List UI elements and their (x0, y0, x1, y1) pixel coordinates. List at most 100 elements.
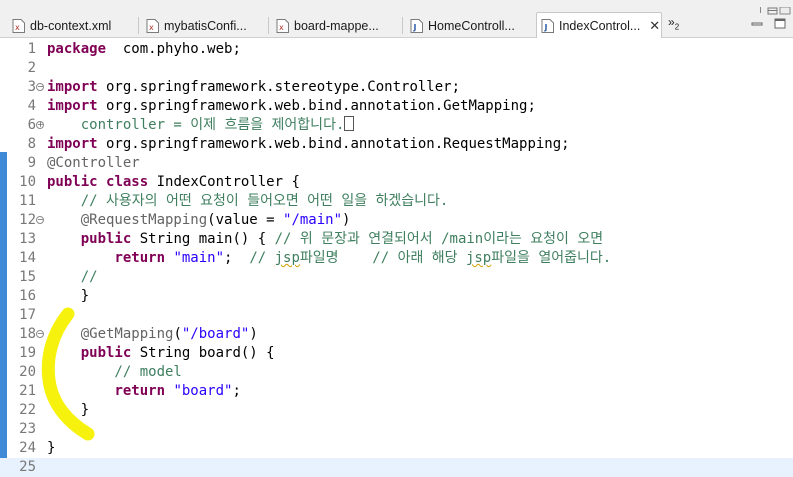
code-token: "/board" (181, 326, 250, 342)
code-token: IndexController { (148, 174, 300, 190)
code-text: package com.phyho.web; (47, 40, 241, 59)
code-token: org.springframework.web.bind.annotation.… (97, 136, 570, 152)
tab-label: IndexControl... (559, 19, 641, 33)
java-file-icon: J (410, 18, 423, 33)
code-token: controller = 이제 흐름을 제어합니다. (47, 117, 345, 133)
close-icon[interactable]: ✕ (649, 18, 660, 34)
code-line[interactable]: 4 import org.springframework.web.bind.ann… (0, 97, 793, 116)
line-number: 17 (19, 307, 36, 323)
minimize-icon[interactable] (750, 18, 764, 30)
code-token: // (47, 269, 98, 285)
code-text: } (47, 439, 55, 458)
code-text: import org.springframework.web.bind.anno… (47, 135, 570, 154)
code-token: jsp (274, 250, 300, 266)
code-line[interactable]: 3− import org.springframework.stereotype.… (0, 78, 793, 97)
code-line[interactable]: 10 public class IndexController { (0, 173, 793, 192)
line-number: 18 (19, 326, 36, 342)
code-token: ( (173, 326, 182, 342)
code-line[interactable]: 11 // 사용자의 어떤 요청이 들어오면 어떤 일을 하겠습니다. (0, 192, 793, 211)
code-line[interactable]: 17 (0, 306, 793, 325)
code-token: String board() { (131, 345, 275, 361)
maximize-icon[interactable] (773, 18, 787, 30)
svg-text:x: x (149, 23, 154, 32)
fold-collapse-icon[interactable]: − (36, 83, 44, 91)
java-file-icon: J (541, 19, 554, 33)
code-line[interactable]: 13 public String main() { // 위 문장과 연결되어서… (0, 230, 793, 249)
code-token: org.springframework.stereotype.Controlle… (97, 79, 461, 95)
code-line[interactable]: 14 return "main"; // jsp파일명 // 아래 해당 jsp… (0, 249, 793, 268)
code-token: "/main" (283, 212, 343, 228)
code-token: return (114, 383, 166, 399)
code-line[interactable]: 8 import org.springframework.web.bind.ann… (0, 135, 793, 154)
code-line[interactable]: 15 // (0, 268, 793, 287)
code-token: import (47, 98, 98, 114)
fold-collapse-icon[interactable]: − (36, 216, 44, 224)
code-token: public (47, 174, 98, 190)
tab-board-mapper[interactable]: x board-mappe... (272, 13, 398, 38)
code-line[interactable]: 1 package com.phyho.web; (0, 40, 793, 59)
code-line[interactable]: 9 @Controller (0, 154, 793, 173)
code-token: } (47, 440, 56, 456)
line-number: 2 (27, 60, 36, 76)
code-token: import (47, 79, 98, 95)
code-text: // model (47, 363, 182, 382)
code-line[interactable]: 2 (0, 59, 793, 78)
code-line[interactable]: 20 // model (0, 363, 793, 382)
code-line[interactable]: 19 public String board() { (0, 344, 793, 363)
code-text: // (47, 268, 98, 287)
code-text: @GetMapping("/board") (47, 325, 258, 344)
code-token: String main() { (131, 231, 275, 247)
line-number: 12 (19, 212, 36, 228)
code-text: // 사용자의 어떤 요청이 들어오면 어떤 일을 하겠습니다. (47, 192, 449, 211)
code-line[interactable]: 23 (0, 420, 793, 439)
line-number: 8 (27, 136, 36, 152)
svg-text:x: x (279, 23, 284, 32)
tab-index-controller[interactable]: J IndexControl... ✕ (536, 12, 662, 39)
code-line[interactable]: 24} (0, 439, 793, 458)
code-text: return "main"; // jsp파일명 // 아래 해당 jsp파일을… (47, 249, 611, 268)
tab-label: mybatisConfi... (164, 18, 247, 33)
code-token: @Controller (47, 155, 140, 171)
tab-mybatis-config[interactable]: x mybatisConfi... (142, 13, 266, 38)
line-number: 9 (27, 155, 36, 171)
line-number: 3 (27, 79, 36, 95)
code-token: @RequestMapping (47, 212, 208, 228)
line-number: 10 (19, 174, 36, 190)
code-token: return (114, 250, 166, 266)
code-token: // (249, 250, 275, 266)
tab-overflow-button[interactable]: »2 (668, 15, 679, 31)
line-number: 14 (19, 250, 36, 266)
xml-file-icon: x (276, 18, 289, 33)
code-line[interactable]: 22 } (0, 401, 793, 420)
code-token: ; (224, 250, 250, 266)
line-number: 4 (27, 98, 36, 114)
tab-home-controller[interactable]: J HomeControll... (406, 13, 532, 38)
code-text: public String board() { (47, 344, 275, 363)
code-token: // model (47, 364, 182, 380)
code-line[interactable]: 16 } (0, 287, 793, 306)
code-line[interactable]: 12− @RequestMapping(value = "/main") (0, 211, 793, 230)
code-token: ) (249, 326, 258, 342)
view-toolbar-icons[interactable] (752, 0, 793, 15)
code-editor[interactable]: 1 package com.phyho.web; 2 3− import org.spr… (0, 38, 793, 477)
folded-region-indicator-icon[interactable] (344, 116, 355, 131)
xml-file-icon: x (146, 18, 159, 33)
code-token: } (47, 402, 90, 418)
tab-separator (268, 17, 269, 34)
fold-collapse-icon[interactable]: − (36, 330, 44, 338)
xml-file-icon: x (12, 18, 25, 33)
code-token: com.phyho.web; (106, 41, 241, 57)
code-token: ) (342, 212, 351, 228)
code-text: controller = 이제 흐름을 제어합니다. (47, 116, 355, 135)
code-text: import org.springframework.web.bind.anno… (47, 97, 536, 116)
code-line[interactable]: 21 return "board"; (0, 382, 793, 401)
code-token: "board" (173, 383, 233, 399)
code-line[interactable]: 25 (0, 458, 793, 477)
tab-db-context-xml[interactable]: x db-context.xml (8, 13, 132, 38)
line-number: 13 (19, 231, 36, 247)
fold-expand-icon[interactable]: + (36, 121, 44, 129)
line-number: 22 (19, 402, 36, 418)
code-line[interactable]: 18− @GetMapping("/board") (0, 325, 793, 344)
code-line[interactable]: 6 + controller = 이제 흐름을 제어합니다. (0, 116, 793, 135)
